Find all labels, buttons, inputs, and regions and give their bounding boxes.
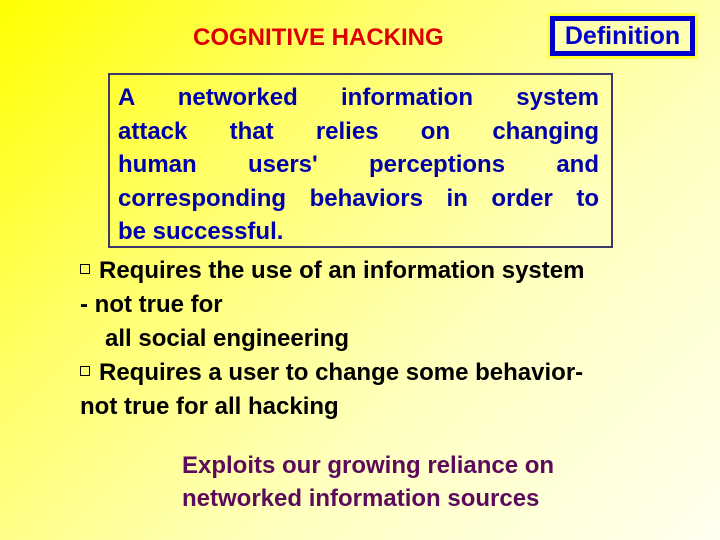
bullet-text: Requires a user to change some behavior- <box>99 359 584 386</box>
definition-box: A networked information system attack th… <box>108 73 613 248</box>
footer-note-line: Exploits our growing reliance on <box>182 452 555 479</box>
hollow-square-bullet-icon <box>80 263 90 274</box>
definition-text: A networked information system attack th… <box>118 81 599 249</box>
footer-note-line: networked information sources <box>182 485 540 512</box>
footer-note: Exploits our growing reliance on network… <box>182 449 554 515</box>
definition-tag: Definition <box>547 13 698 59</box>
definition-line: corresponding behaviors in order to <box>118 184 599 212</box>
definition-line: human users' perceptions and <box>118 151 599 178</box>
definition-tag-label: Definition <box>564 21 681 50</box>
definition-line: be successful. <box>118 218 284 245</box>
bullet-list: Requires the use of an information syste… <box>80 254 680 424</box>
bullet-item: Requires a user to change some behavior- <box>80 356 680 390</box>
definition-line: attack that relies on changing <box>118 117 599 145</box>
hollow-square-bullet-icon <box>80 365 90 376</box>
bullet-item: Requires the use of an information syste… <box>80 254 680 288</box>
bullet-continuation: all social engineering <box>105 325 350 352</box>
slide: COGNITIVE HACKING Definition A networked… <box>0 0 720 540</box>
bullet-continuation: not true for all hacking <box>80 393 339 420</box>
bullet-continuation: - not true for <box>80 291 223 318</box>
slide-title: COGNITIVE HACKING <box>193 24 444 51</box>
definition-line: A networked information system <box>118 84 599 111</box>
bullet-text: Requires the use of an information syste… <box>99 257 585 284</box>
